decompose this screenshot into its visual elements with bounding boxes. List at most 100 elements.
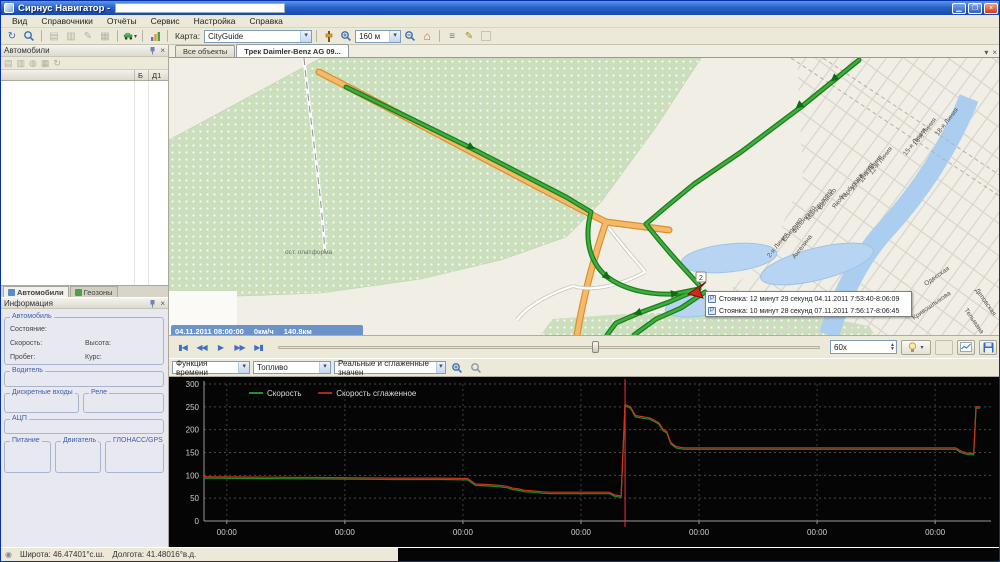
- chart-controls: Функция времени▾ Топливо ▾ Реальные и сгл…: [169, 358, 1000, 377]
- close-button[interactable]: ×: [984, 3, 998, 14]
- menu-item-вид[interactable]: Вид: [5, 16, 34, 26]
- chart-zoom-in-button[interactable]: [449, 361, 465, 375]
- search-button[interactable]: [21, 29, 37, 43]
- step-back-button[interactable]: ▮◀: [173, 339, 192, 355]
- field-state: Состояние:: [10, 326, 47, 333]
- close-tab-icon[interactable]: ×: [992, 48, 997, 57]
- report-chart-button[interactable]: [147, 29, 163, 43]
- track-style-button[interactable]: ▾: [901, 340, 931, 355]
- slider-thumb[interactable]: [592, 341, 599, 353]
- chevron-down-icon[interactable]: ▾: [238, 362, 249, 373]
- location-icon: ◉: [5, 550, 12, 559]
- map-select[interactable]: CityGuide ▾: [204, 30, 312, 43]
- pin-icon[interactable]: [148, 299, 157, 308]
- grid-button[interactable]: ▤: [46, 29, 62, 43]
- magnifier-icon: [470, 362, 482, 374]
- print-button[interactable]: ▤: [4, 58, 13, 69]
- title-bar: Сирнус Навигатор - ▁ ❐ ×: [1, 1, 1000, 15]
- step-forward-button[interactable]: ▶▮: [249, 339, 268, 355]
- tab-track[interactable]: Трек Daimler-Benz AG 09...: [236, 44, 349, 57]
- chart-canvas[interactable]: 05010015020025030000:0000:0000:0000:0000…: [169, 377, 1000, 547]
- chevron-down-icon[interactable]: ▾: [984, 48, 988, 57]
- application-window: Сирнус Навигатор - ▁ ❐ × ВидСправочникиО…: [0, 0, 1000, 562]
- column-b[interactable]: Б: [134, 70, 148, 80]
- x-tick-label: 00:00: [453, 528, 474, 537]
- menu-item-справочники[interactable]: Справочники: [34, 16, 100, 26]
- layout-button[interactable]: ▥: [63, 29, 79, 43]
- y-tick-label: 150: [186, 449, 200, 458]
- stop-tooltip-row: PСтоянка: 12 минут 29 секунд 04.11.2011 …: [708, 293, 909, 305]
- field-speed: Скорость:: [10, 340, 42, 347]
- save-button[interactable]: [979, 340, 997, 355]
- chevron-down-icon[interactable]: ▾: [436, 362, 445, 373]
- slider-icon: [325, 30, 333, 43]
- home-button[interactable]: ⌂: [419, 29, 435, 43]
- spin-down-icon[interactable]: ▼: [890, 347, 895, 352]
- map-view[interactable]: 2 18-я Линия16-я Линия15-я Линия12-я Лин…: [169, 58, 1000, 335]
- tab-all-objects[interactable]: Все объекты: [175, 45, 235, 57]
- vehicles-tree[interactable]: [1, 81, 168, 285]
- menu-item-сервис[interactable]: Сервис: [144, 16, 187, 26]
- chart-values-select[interactable]: Реальные и сглаженные значен▾: [334, 361, 446, 374]
- pin-icon[interactable]: [148, 46, 157, 55]
- tab-label: Трек Daimler-Benz AG 09...: [244, 47, 341, 56]
- group-title: Автомобиль: [10, 313, 54, 320]
- zoom-out-button[interactable]: [402, 29, 418, 43]
- magnifier-minus-icon: [404, 30, 416, 42]
- close-icon[interactable]: ×: [160, 299, 165, 308]
- app-icon: [4, 3, 14, 13]
- chart-mode-select[interactable]: Функция времени▾: [172, 361, 250, 374]
- speed-chart: 05010015020025030000:0000:0000:0000:0000…: [169, 377, 1000, 547]
- column-d1[interactable]: Д1: [148, 70, 168, 80]
- columns-button[interactable]: ▥: [17, 58, 26, 69]
- playback-buttons: ▮◀◀◀▶▶▶▶▮: [173, 339, 268, 355]
- refresh-button[interactable]: ↻: [4, 29, 20, 43]
- minimize-button[interactable]: ▁: [952, 3, 966, 14]
- menu-item-настройка[interactable]: Настройка: [187, 16, 243, 26]
- map-tab-bar: Все объекты Трек Daimler-Benz AG 09... ▾…: [169, 45, 1000, 58]
- track-slider-button[interactable]: [321, 29, 337, 43]
- refresh-list-button[interactable]: ↻: [53, 58, 61, 69]
- stop-tooltip: PСтоянка: 12 минут 29 секунд 04.11.2011 …: [705, 291, 912, 317]
- right-area: Все объекты Трек Daimler-Benz AG 09... ▾…: [169, 45, 1000, 547]
- fast-forward-button[interactable]: ▶▶: [230, 339, 249, 355]
- select-value: Топливо: [257, 363, 288, 372]
- timeline-slider[interactable]: [278, 339, 820, 355]
- menu-item-справка[interactable]: Справка: [243, 16, 290, 26]
- legend-label: Скорость сглаженное: [336, 389, 417, 398]
- chevron-down-icon[interactable]: ▾: [920, 344, 923, 351]
- zoom-in-button[interactable]: [338, 29, 354, 43]
- close-icon[interactable]: ×: [160, 46, 165, 55]
- chart-zoom-out-button[interactable]: [468, 361, 484, 375]
- play-button[interactable]: ▶: [211, 339, 230, 355]
- y-tick-label: 50: [190, 494, 199, 503]
- scale-select[interactable]: 160 м ▾: [355, 30, 401, 43]
- show-chart-button[interactable]: [957, 340, 975, 355]
- table-button[interactable]: ▦: [97, 29, 113, 43]
- legend-list-button[interactable]: ≡: [444, 29, 460, 43]
- tab-geozones[interactable]: Геозоны: [70, 286, 118, 297]
- speed-value: 60x: [834, 343, 847, 352]
- tab-vehicles[interactable]: Автомобили: [3, 286, 69, 297]
- edit-button[interactable]: ✎: [80, 29, 96, 43]
- chevron-down-icon[interactable]: ▾: [300, 31, 311, 42]
- maximize-button[interactable]: ❐: [968, 3, 982, 14]
- rewind-button[interactable]: ◀◀: [192, 339, 211, 355]
- glonass-group: ГЛОНАСС/GPS: [105, 441, 164, 473]
- menu-item-отчёты[interactable]: Отчёты: [100, 16, 144, 26]
- legend-label: Скорость: [267, 389, 302, 398]
- empty-button[interactable]: [935, 340, 953, 355]
- notes-button[interactable]: ✎: [461, 29, 477, 43]
- chart-param-select[interactable]: Топливо ▾: [253, 361, 331, 374]
- chevron-down-icon[interactable]: ▾: [389, 31, 400, 42]
- magnifier-plus-icon: [451, 362, 463, 374]
- vehicle-button[interactable]: ▾: [122, 29, 138, 43]
- group-button[interactable]: ◍: [29, 58, 37, 69]
- chevron-down-icon[interactable]: ▾: [319, 362, 330, 373]
- playback-bar: ▮◀◀◀▶▶▶▶▮ 60x ▲▼ ▾: [169, 335, 1000, 358]
- filter-button[interactable]: ▦: [41, 58, 50, 69]
- x-tick-label: 00:00: [217, 528, 238, 537]
- tab-label: Автомобили: [17, 288, 64, 297]
- speed-spinbox[interactable]: 60x ▲▼: [830, 340, 897, 354]
- status-latitude: Широта: 46.47401°с.ш.: [20, 550, 104, 559]
